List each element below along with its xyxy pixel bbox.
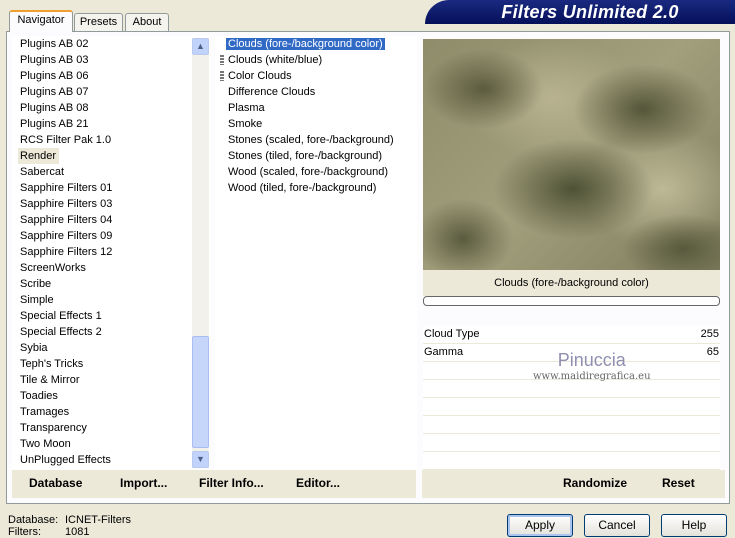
import-button[interactable]: Import...: [120, 476, 167, 490]
parameter-row[interactable]: Cloud Type 255: [423, 326, 720, 344]
param-value: 65: [706, 346, 719, 358]
category-item[interactable]: Two Moon: [12, 436, 210, 452]
parameter-row[interactable]: [423, 416, 720, 434]
filter-item[interactable]: Stones (scaled, fore-/background): [215, 132, 417, 148]
category-item[interactable]: Plugins AB 08: [12, 100, 210, 116]
filter-list[interactable]: Clouds (fore-/background color) Clouds (w…: [215, 36, 417, 470]
filter-item[interactable]: Stones (tiled, fore-/background): [215, 148, 417, 164]
category-item[interactable]: Plugins AB 07: [12, 84, 210, 100]
status-info: Database: ICNET-Filters Filters: 1081: [8, 514, 131, 538]
tab-presets[interactable]: Presets: [74, 13, 123, 32]
filter-label: Color Clouds: [228, 70, 292, 82]
help-button[interactable]: Help: [661, 514, 727, 537]
category-item[interactable]: Transparency: [12, 420, 210, 436]
filter-label: Difference Clouds: [228, 86, 316, 98]
filter-label: Clouds (fore-/background color): [226, 38, 385, 50]
category-item[interactable]: Tile & Mirror: [12, 372, 210, 388]
scroll-thumb[interactable]: [192, 336, 209, 448]
title-banner: Filters Unlimited 2.0: [425, 0, 735, 24]
scroll-up-button[interactable]: ▲: [192, 38, 209, 55]
category-item[interactable]: Teph's Tricks: [12, 356, 210, 372]
category-item[interactable]: Sapphire Filters 04: [12, 212, 210, 228]
category-item[interactable]: Plugins AB 03: [12, 52, 210, 68]
category-item[interactable]: Sapphire Filters 01: [12, 180, 210, 196]
filters-count: 1081: [65, 526, 90, 538]
database-label: Database:: [8, 514, 59, 526]
filter-label: Smoke: [228, 118, 263, 130]
parameter-row[interactable]: [423, 398, 720, 416]
filter-item[interactable]: Color Clouds: [215, 68, 417, 84]
category-item[interactable]: RCS Filter Pak 1.0: [12, 132, 210, 148]
filter-item[interactable]: Clouds (white/blue): [215, 52, 417, 68]
parameter-row[interactable]: [423, 380, 720, 398]
parameter-sliders[interactable]: Cloud Type 255 Gamma 65: [423, 326, 720, 470]
scroll-down-button[interactable]: ▼: [192, 451, 209, 468]
favorite-marker-icon: [220, 71, 224, 81]
filter-item[interactable]: Plasma: [215, 100, 417, 116]
category-item[interactable]: Sabercat: [12, 164, 210, 180]
tab-navigator[interactable]: Navigator: [9, 10, 73, 32]
category-item[interactable]: Sybia: [12, 340, 210, 356]
filter-item[interactable]: Difference Clouds: [215, 84, 417, 100]
category-scrollbar[interactable]: ▲ ▼: [192, 38, 209, 468]
watermark-url: www.maidiregrafica.eu: [533, 371, 651, 382]
category-item[interactable]: UnPlugged Effects: [12, 452, 210, 468]
left-toolbar: Database Import... Filter Info... Editor…: [12, 470, 416, 498]
category-item[interactable]: Special Effects 1: [12, 308, 210, 324]
watermark-name: Pinuccia: [557, 350, 626, 370]
right-toolbar: Randomize Reset: [422, 470, 725, 498]
filter-label: Stones (scaled, fore-/background): [228, 134, 394, 146]
watermark: Pinuccia www.maidiregrafica.eu: [533, 350, 651, 382]
category-item[interactable]: Toadies: [12, 388, 210, 404]
favorite-marker-icon: [220, 55, 224, 65]
category-item[interactable]: Plugins AB 06: [12, 68, 210, 84]
preview-caption: Clouds (fore-/background color): [423, 270, 720, 296]
parameter-row[interactable]: [423, 452, 720, 470]
database-button[interactable]: Database: [29, 476, 82, 490]
category-item[interactable]: Tramages: [12, 404, 210, 420]
filter-item[interactable]: Clouds (fore-/background color): [215, 36, 417, 52]
category-item[interactable]: Scribe: [12, 276, 210, 292]
filter-label: Plasma: [228, 102, 265, 114]
filters-label: Filters:: [8, 526, 41, 538]
filter-label: Wood (tiled, fore-/background): [228, 182, 377, 194]
category-item[interactable]: Special Effects 2: [12, 324, 210, 340]
database-value: ICNET-Filters: [65, 514, 131, 526]
category-item[interactable]: Sapphire Filters 03: [12, 196, 210, 212]
filter-label: Stones (tiled, fore-/background): [228, 150, 383, 162]
category-item[interactable]: Sapphire Filters 12: [12, 244, 210, 260]
cancel-button[interactable]: Cancel: [584, 514, 650, 537]
param-label: Gamma: [424, 346, 464, 358]
param-label: Cloud Type: [424, 328, 480, 340]
progress-bar: [423, 296, 720, 306]
filter-item[interactable]: Smoke: [215, 116, 417, 132]
apply-button[interactable]: Apply: [507, 514, 573, 537]
editor-button[interactable]: Editor...: [296, 476, 340, 490]
category-item[interactable]: Plugins AB 02: [12, 36, 210, 52]
filter-item[interactable]: Wood (tiled, fore-/background): [215, 180, 417, 196]
randomize-button[interactable]: Randomize: [563, 476, 627, 490]
category-list[interactable]: Plugins AB 02 Plugins AB 03 Plugins AB 06 P…: [12, 36, 210, 470]
category-item[interactable]: Render: [18, 148, 60, 164]
tab-about[interactable]: About: [125, 13, 169, 32]
param-value: 255: [700, 328, 719, 340]
filter-item[interactable]: Wood (scaled, fore-/background): [215, 164, 417, 180]
category-item[interactable]: Plugins AB 21: [12, 116, 210, 132]
parameter-row[interactable]: [423, 434, 720, 452]
preview-image: [423, 39, 720, 270]
filter-info-button[interactable]: Filter Info...: [199, 476, 264, 490]
reset-button[interactable]: Reset: [662, 476, 695, 490]
category-item[interactable]: ScreenWorks: [12, 260, 210, 276]
filter-label: Clouds (white/blue): [228, 54, 323, 66]
category-item[interactable]: Simple: [12, 292, 210, 308]
category-item[interactable]: Sapphire Filters 09: [12, 228, 210, 244]
filter-label: Wood (scaled, fore-/background): [228, 166, 388, 178]
